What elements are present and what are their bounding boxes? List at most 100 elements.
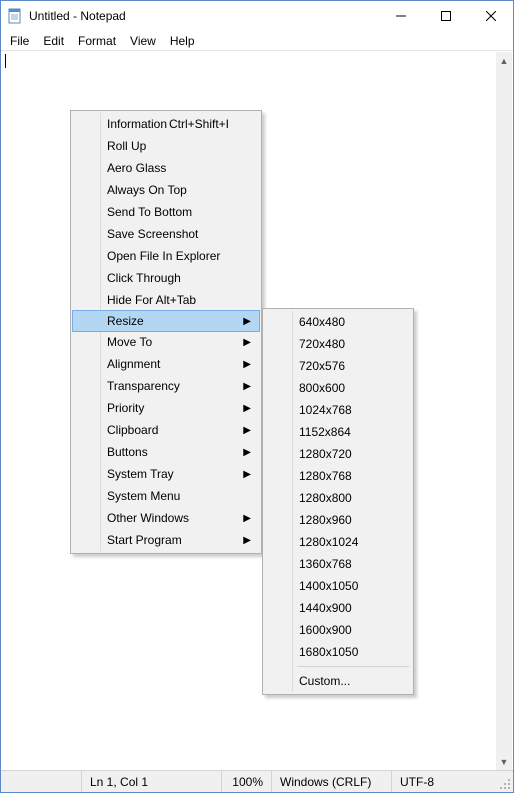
scroll-up-icon[interactable]: ▲: [496, 52, 512, 69]
scroll-down-icon[interactable]: ▼: [496, 753, 512, 770]
context-menu-item[interactable]: Send To Bottom: [73, 201, 259, 223]
resize-submenu-item[interactable]: 1152x864: [265, 421, 411, 443]
menu-item-label: 1400x1050: [299, 579, 358, 593]
submenu-arrow-icon: ▶: [243, 316, 251, 327]
resize-submenu-item[interactable]: 720x576: [265, 355, 411, 377]
menu-item-label: Open File In Explorer: [107, 249, 220, 263]
menu-item-label: 800x600: [299, 381, 345, 395]
menu-item-label: Save Screenshot: [107, 227, 198, 241]
maximize-button[interactable]: [423, 1, 468, 31]
context-menu: InformationCtrl+Shift+I Roll Up Aero Glass…: [70, 110, 262, 554]
submenu-arrow-icon: ▶: [243, 359, 251, 370]
menu-item-label: 1440x900: [299, 601, 352, 615]
submenu-arrow-icon: ▶: [243, 535, 251, 546]
resize-submenu-item[interactable]: 1280x960: [265, 509, 411, 531]
resize-submenu-item[interactable]: 1400x1050: [265, 575, 411, 597]
context-menu-item[interactable]: Roll Up: [73, 135, 259, 157]
menu-help[interactable]: Help: [163, 33, 202, 49]
menu-item-label: 1280x720: [299, 447, 352, 461]
menu-item-label: Priority: [107, 401, 144, 415]
context-menu-item[interactable]: Priority ▶: [73, 397, 259, 419]
resize-submenu-item[interactable]: 1280x720: [265, 443, 411, 465]
resize-submenu-item[interactable]: 1280x800: [265, 487, 411, 509]
text-caret: [5, 54, 6, 68]
resize-submenu-item[interactable]: 640x480: [265, 311, 411, 333]
context-menu-item[interactable]: Transparency ▶: [73, 375, 259, 397]
resize-submenu-item[interactable]: 1440x900: [265, 597, 411, 619]
context-menu-item[interactable]: Buttons▶: [73, 441, 259, 463]
context-menu-item[interactable]: Open File In Explorer: [73, 245, 259, 267]
submenu-arrow-icon: ▶: [243, 337, 251, 348]
context-menu-item[interactable]: Start Program ▶: [73, 529, 259, 551]
menu-item-label: Transparency: [107, 379, 180, 393]
menu-item-label: System Tray: [107, 467, 174, 481]
menu-item-label: 1280x800: [299, 491, 352, 505]
menu-item-label: Buttons: [107, 445, 148, 459]
menu-file[interactable]: File: [3, 33, 36, 49]
menu-edit[interactable]: Edit: [36, 33, 71, 49]
context-menu-item[interactable]: System Menu: [73, 485, 259, 507]
resize-gripper-icon[interactable]: [497, 771, 513, 792]
context-menu-item[interactable]: Always On Top: [73, 179, 259, 201]
resize-submenu-item[interactable]: 1280x1024: [265, 531, 411, 553]
submenu-arrow-icon: ▶: [243, 403, 251, 414]
menu-item-label: Other Windows: [107, 511, 189, 525]
context-menu-item[interactable]: Click Through: [73, 267, 259, 289]
vertical-scrollbar[interactable]: ▲ ▼: [496, 52, 512, 770]
menu-item-label: Start Program: [107, 533, 182, 547]
resize-submenu-item[interactable]: 720x480: [265, 333, 411, 355]
resize-submenu-item[interactable]: 1600x900: [265, 619, 411, 641]
menu-item-label: Information: [107, 117, 167, 131]
menu-view[interactable]: View: [123, 33, 163, 49]
menu-item-label: 1280x768: [299, 469, 352, 483]
resize-submenu-item[interactable]: 1280x768: [265, 465, 411, 487]
minimize-button[interactable]: [378, 1, 423, 31]
submenu-arrow-icon: ▶: [243, 513, 251, 524]
context-menu-item[interactable]: Save Screenshot: [73, 223, 259, 245]
menu-item-label: Custom...: [299, 674, 350, 688]
menu-item-label: Alignment: [107, 357, 160, 371]
submenu-arrow-icon: ▶: [243, 425, 251, 436]
context-menu-item[interactable]: System Tray ▶: [73, 463, 259, 485]
resize-submenu-item-custom[interactable]: Custom...: [265, 670, 411, 692]
close-button[interactable]: [468, 1, 513, 31]
context-menu-item[interactable]: Other Windows ▶: [73, 507, 259, 529]
menubar: File Edit Format View Help: [1, 31, 513, 51]
submenu-arrow-icon: ▶: [243, 381, 251, 392]
menu-item-label: Send To Bottom: [107, 205, 192, 219]
window-title: Untitled - Notepad: [29, 9, 378, 23]
resize-submenu-item[interactable]: 1360x768: [265, 553, 411, 575]
menu-item-label: System Menu: [107, 489, 180, 503]
menu-item-label: Always On Top: [107, 183, 187, 197]
context-menu-item[interactable]: InformationCtrl+Shift+I: [73, 113, 259, 135]
notepad-icon: [7, 8, 23, 24]
menu-item-label: 1280x1024: [299, 535, 358, 549]
status-encoding: UTF-8: [391, 771, 497, 792]
menu-item-label: Aero Glass: [107, 161, 166, 175]
menu-item-label: 1024x768: [299, 403, 352, 417]
status-lncol: Ln 1, Col 1: [81, 771, 221, 792]
menu-separator: [297, 666, 409, 667]
titlebar: Untitled - Notepad: [1, 1, 513, 31]
context-menu-item[interactable]: Alignment ▶: [73, 353, 259, 375]
menu-item-label: 1680x1050: [299, 645, 358, 659]
submenu-arrow-icon: ▶: [243, 469, 251, 480]
context-menu-item[interactable]: Resize ▶: [72, 310, 260, 332]
context-menu-item[interactable]: Move To▶: [73, 331, 259, 353]
menu-item-label: 640x480: [299, 315, 345, 329]
context-menu-item[interactable]: Hide For Alt+Tab: [73, 289, 259, 311]
resize-submenu-item[interactable]: 1680x1050: [265, 641, 411, 663]
status-empty: [1, 771, 81, 792]
menu-item-shortcut: Ctrl+Shift+I: [169, 117, 229, 131]
window-controls: [378, 1, 513, 31]
menu-format[interactable]: Format: [71, 33, 123, 49]
resize-submenu: 640x480 720x480 720x576 800x600 1024x768 1152…: [262, 308, 414, 695]
menu-item-label: Roll Up: [107, 139, 146, 153]
menu-item-label: 720x576: [299, 359, 345, 373]
resize-submenu-item[interactable]: 800x600: [265, 377, 411, 399]
context-menu-item[interactable]: Aero Glass: [73, 157, 259, 179]
context-menu-item[interactable]: Clipboard▶: [73, 419, 259, 441]
menu-item-label: 720x480: [299, 337, 345, 351]
resize-submenu-item[interactable]: 1024x768: [265, 399, 411, 421]
menu-item-label: Resize: [107, 314, 144, 328]
